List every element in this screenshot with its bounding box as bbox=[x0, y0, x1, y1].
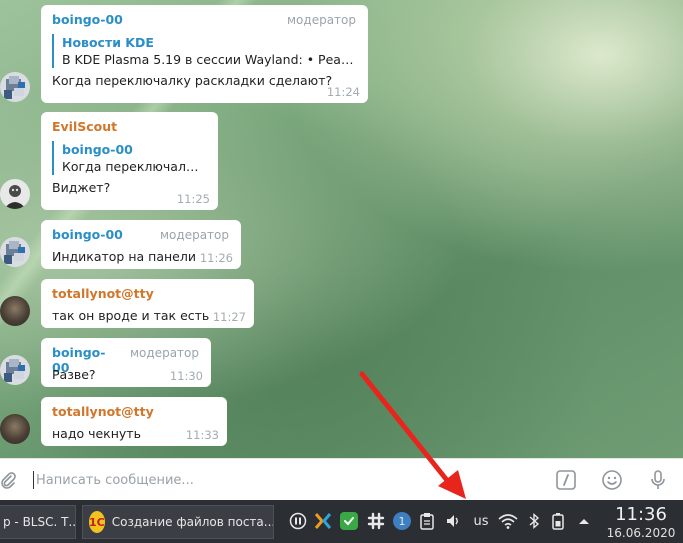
wifi-icon[interactable] bbox=[497, 512, 519, 530]
bot-commands-icon[interactable] bbox=[554, 468, 578, 492]
shield-check-icon[interactable] bbox=[340, 512, 358, 530]
keyboard-layout-indicator[interactable]: us bbox=[469, 512, 493, 530]
avatar-boingo[interactable] bbox=[0, 355, 30, 385]
clipboard-icon[interactable] bbox=[418, 512, 436, 530]
notification-badge[interactable]: 1 bbox=[393, 512, 411, 530]
taskbar-task[interactable]: р - BLSC. Т... bbox=[0, 505, 76, 539]
message-sender[interactable]: totallynot@tty bbox=[52, 286, 154, 301]
message-bubble[interactable]: totallynot@tty надо чекнуть 11:33 bbox=[41, 397, 227, 446]
message-bubble[interactable]: boingo-00 модератор Разве? 11:30 bbox=[41, 338, 211, 387]
reply-sender: Новости KDE bbox=[62, 35, 154, 50]
message-sender[interactable]: totallynot@tty bbox=[52, 404, 154, 419]
onec-app-icon: 1C bbox=[89, 511, 105, 533]
avatar-totallynot[interactable] bbox=[0, 414, 30, 444]
volume-icon[interactable] bbox=[444, 512, 462, 530]
reply-sender: boingo-00 bbox=[62, 142, 133, 157]
battery-icon[interactable] bbox=[549, 512, 567, 530]
avatar-evilscout[interactable] bbox=[0, 179, 30, 209]
message-sender[interactable]: EvilScout bbox=[52, 119, 117, 134]
message-bubble[interactable]: boingo-00 модератор Индикатор на панели … bbox=[41, 220, 241, 269]
clock-time[interactable]: 11:36 bbox=[607, 504, 675, 525]
reply-quote[interactable]: boingo-00 Когда переключалку... bbox=[52, 141, 206, 175]
tray-expand-icon[interactable] bbox=[575, 512, 593, 530]
message-bubble[interactable]: EvilScout boingo-00 Когда переключалку..… bbox=[41, 112, 218, 210]
avatar-boingo[interactable] bbox=[0, 237, 30, 267]
message-time: 11:25 bbox=[176, 192, 210, 206]
bluetooth-icon[interactable] bbox=[525, 512, 543, 530]
slack-icon[interactable] bbox=[367, 512, 385, 530]
emoji-icon[interactable] bbox=[600, 468, 624, 492]
x-app-icon[interactable] bbox=[314, 512, 332, 530]
message-input[interactable]: Написать сообщение... bbox=[36, 473, 194, 488]
message-bubble[interactable]: totallynot@tty так он вроде и так есть 1… bbox=[41, 279, 254, 328]
message-sender[interactable]: boingo-00 bbox=[52, 227, 123, 242]
clock-date[interactable]: 16.06.2020 bbox=[601, 526, 681, 540]
message-text: Когда переключалку раскладки сделают? bbox=[52, 73, 333, 88]
reply-text: Когда переключалку... bbox=[62, 159, 206, 174]
message-composer: Написать сообщение... bbox=[0, 458, 683, 500]
pause-icon[interactable] bbox=[289, 512, 307, 530]
message-time: 11:26 bbox=[199, 251, 233, 265]
message-bubble[interactable]: boingo-00 модератор Новости KDE В KDE Pl… bbox=[41, 5, 368, 103]
reply-quote[interactable]: Новости KDE В KDE Plasma 5.19 в сессии W… bbox=[52, 34, 356, 68]
taskbar: р - BLSC. Т... 1C Создание файлов поста.… bbox=[0, 500, 683, 543]
message-role: модератор bbox=[160, 228, 229, 242]
message-role: модератор bbox=[287, 13, 356, 27]
task-label: р - BLSC. Т... bbox=[3, 515, 76, 529]
message-sender[interactable]: boingo-00 bbox=[52, 12, 123, 27]
message-time: 11:33 bbox=[185, 428, 219, 442]
text-caret bbox=[33, 471, 34, 489]
task-label: Создание файлов поста... bbox=[111, 515, 274, 529]
avatar-boingo[interactable] bbox=[0, 72, 30, 102]
message-time: 11:27 bbox=[212, 310, 246, 324]
message-time: 11:30 bbox=[169, 369, 203, 383]
message-role: модератор bbox=[130, 346, 199, 360]
attach-icon[interactable] bbox=[0, 468, 20, 492]
avatar-totallynot[interactable] bbox=[0, 296, 30, 326]
microphone-icon[interactable] bbox=[646, 468, 670, 492]
taskbar-task-active[interactable]: 1C Создание файлов поста... bbox=[82, 505, 274, 539]
reply-text: В KDE Plasma 5.19 в сессии Wayland: • Ре… bbox=[62, 52, 356, 67]
message-time: 11:24 bbox=[326, 85, 360, 99]
